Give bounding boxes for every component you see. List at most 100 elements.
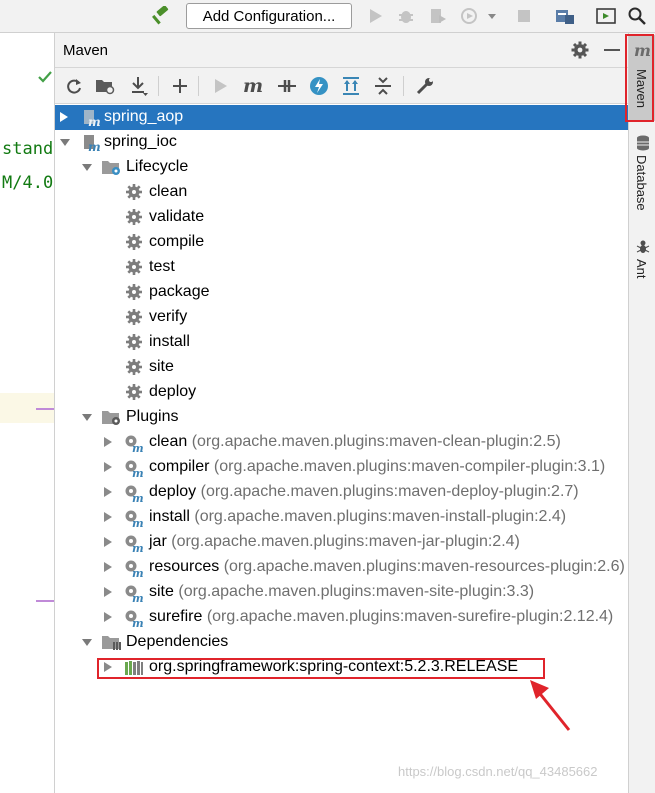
run-anything-icon[interactable] [595, 5, 617, 27]
plugin-coordinates: (org.apache.maven.plugins:maven-compiler… [213, 458, 606, 475]
tab-label: Database [634, 155, 649, 211]
tree-node-goal[interactable]: verify [55, 305, 628, 330]
search-icon[interactable] [626, 5, 648, 27]
tree-label: clean (org.apache.maven.plugins:maven-cl… [149, 433, 561, 451]
tab-ant[interactable]: Ant [629, 237, 655, 293]
plugin-coordinates: (org.apache.maven.plugins:maven-clean-pl… [191, 433, 561, 450]
maven-module-icon: m [81, 133, 101, 154]
execute-maven-goal-icon[interactable]: m [243, 75, 263, 97]
collapse-all-icon[interactable] [373, 76, 393, 96]
expand-arrow-icon[interactable] [103, 510, 115, 524]
expand-arrow-icon[interactable] [103, 610, 115, 624]
settings-gear-icon[interactable] [571, 41, 589, 63]
tree-node-plugin[interactable]: m install (org.apache.maven.plugins:mave… [55, 505, 628, 530]
tree-label: verify [149, 308, 188, 325]
tree-node-lifecycle[interactable]: Lifecycle [55, 155, 628, 180]
toggle-offline-icon[interactable] [277, 76, 297, 96]
generate-sources-icon[interactable] [95, 76, 115, 96]
tree-label: compiler (org.apache.maven.plugins:maven… [149, 458, 605, 476]
tree-node-goal[interactable]: site [55, 355, 628, 380]
database-icon [636, 135, 650, 155]
tree-node-plugin[interactable]: m resources (org.apache.maven.plugins:ma… [55, 555, 628, 580]
watermark: https://blog.csdn.net/qq_43485662 [398, 764, 598, 779]
tree-node-plugin[interactable]: m jar (org.apache.maven.plugins:maven-ja… [55, 530, 628, 555]
collapse-arrow-icon[interactable] [81, 635, 93, 649]
annotation-box-dependency [97, 658, 545, 679]
expand-arrow-icon[interactable] [59, 110, 71, 124]
code-line: M/4.0 [2, 173, 54, 193]
toolbar-separator [403, 76, 404, 96]
tree-node-plugin[interactable]: m site (org.apache.maven.plugins:maven-s… [55, 580, 628, 605]
tree-node-plugin[interactable]: m clean (org.apache.maven.plugins:maven-… [55, 430, 628, 455]
plugin-icon: m [123, 508, 144, 530]
main-toolbar: Add Configuration... [0, 0, 655, 33]
editor-area[interactable]: standa M/4.0 [0, 33, 55, 793]
goal-gear-icon [125, 383, 145, 403]
ant-icon [635, 239, 651, 259]
plugin-coordinates: (org.apache.maven.plugins:maven-deploy-p… [200, 483, 579, 500]
tree-node-dependencies[interactable]: Dependencies [55, 630, 628, 655]
expand-arrow-icon[interactable] [103, 535, 115, 549]
svg-text:m: m [132, 542, 144, 553]
tree-node-goal[interactable]: compile [55, 230, 628, 255]
expand-arrow-icon[interactable] [103, 435, 115, 449]
expand-arrow-icon[interactable] [103, 560, 115, 574]
toolbar-separator [158, 76, 159, 96]
tab-database[interactable]: Database [629, 133, 655, 223]
build-hammer-icon[interactable] [150, 5, 174, 27]
annotation-arrow [525, 676, 575, 740]
project-structure-icon[interactable] [554, 5, 576, 27]
tree-node-goal[interactable]: install [55, 330, 628, 355]
tree-node-plugin[interactable]: m deploy (org.apache.maven.plugins:maven… [55, 480, 628, 505]
plugin-icon: m [123, 583, 144, 605]
run-icon[interactable] [366, 5, 386, 27]
tree-label: deploy [149, 383, 197, 400]
debug-icon[interactable] [396, 5, 416, 27]
goal-gear-icon [125, 208, 145, 228]
tree-node-goal[interactable]: deploy [55, 380, 628, 405]
dependencies-folder-icon [101, 633, 121, 653]
expand-arrow-icon[interactable] [103, 485, 115, 499]
tree-node-goal[interactable]: validate [55, 205, 628, 230]
tree-label: deploy (org.apache.maven.plugins:maven-d… [149, 483, 579, 501]
minimize-icon[interactable] [604, 49, 620, 51]
skip-tests-icon[interactable] [309, 76, 329, 96]
chevron-down-icon[interactable] [486, 5, 498, 27]
collapse-arrow-icon[interactable] [81, 160, 93, 174]
plugin-coordinates: (org.apache.maven.plugins:maven-install-… [194, 508, 567, 525]
wrench-icon[interactable] [415, 76, 435, 96]
tree-node-goal[interactable]: clean [55, 180, 628, 205]
code-line: standa [2, 139, 54, 159]
tree-node-project-aop[interactable]: m spring_aop [55, 105, 628, 130]
reload-icon[interactable] [64, 76, 84, 96]
tree-label: site [149, 358, 174, 375]
expand-arrow-icon[interactable] [103, 460, 115, 474]
tree-label: compile [149, 233, 205, 250]
tree-node-plugins[interactable]: Plugins [55, 405, 628, 430]
plugin-icon: m [123, 608, 144, 630]
collapse-arrow-icon[interactable] [59, 135, 71, 149]
plugin-icon: m [123, 483, 144, 505]
show-dependencies-icon[interactable] [341, 76, 361, 96]
profile-icon[interactable] [460, 5, 482, 27]
expand-arrow-icon[interactable] [103, 585, 115, 599]
plugin-name: site [149, 583, 174, 600]
tree-node-goal[interactable]: test [55, 255, 628, 280]
add-configuration-button[interactable]: Add Configuration... [186, 3, 352, 29]
tree-node-project-ioc[interactable]: m spring_ioc [55, 130, 628, 155]
plugin-coordinates: (org.apache.maven.plugins:maven-surefire… [206, 608, 614, 625]
plugin-name: compiler [149, 458, 210, 475]
download-icon[interactable] [129, 76, 149, 96]
run-with-coverage-icon[interactable] [428, 5, 448, 27]
add-icon[interactable] [170, 76, 190, 96]
tree-node-plugin[interactable]: m compiler (org.apache.maven.plugins:mav… [55, 455, 628, 480]
tree-label: site (org.apache.maven.plugins:maven-sit… [149, 583, 534, 601]
run-goal-icon[interactable] [211, 76, 231, 96]
plugin-coordinates: (org.apache.maven.plugins:maven-site-plu… [178, 583, 535, 600]
tree-label: jar (org.apache.maven.plugins:maven-jar-… [149, 533, 520, 551]
stop-icon[interactable] [514, 5, 534, 27]
tree-node-plugin[interactable]: m surefire (org.apache.maven.plugins:mav… [55, 605, 628, 630]
tree-node-goal[interactable]: package [55, 280, 628, 305]
collapse-arrow-icon[interactable] [81, 410, 93, 424]
panel-title: Maven [63, 42, 109, 59]
